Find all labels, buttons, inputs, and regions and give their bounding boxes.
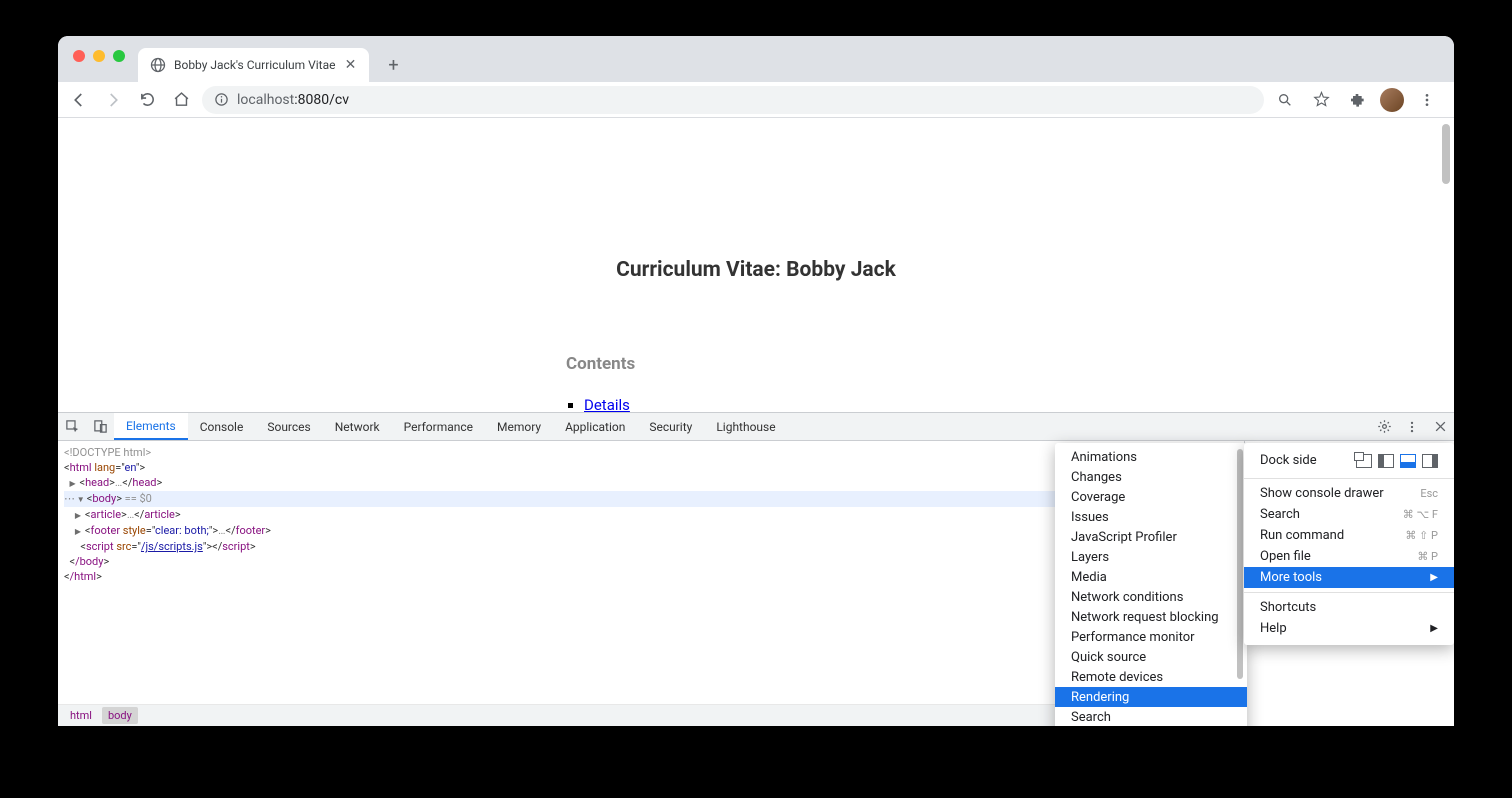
maximize-window-button[interactable] [113, 50, 125, 62]
contents-list: Details [566, 396, 946, 412]
devtools-settings-icon[interactable] [1370, 413, 1398, 440]
devtools-tab-performance[interactable]: Performance [392, 413, 485, 440]
new-tab-button[interactable]: + [379, 51, 407, 79]
submenu-item-rendering[interactable]: Rendering [1055, 687, 1247, 707]
submenu-item-coverage[interactable]: Coverage [1055, 487, 1247, 507]
devtools-tab-network[interactable]: Network [323, 413, 392, 440]
close-window-button[interactable] [73, 50, 85, 62]
menu-item-search[interactable]: Search⌘ ⌥ F [1244, 504, 1454, 525]
devtools-tab-console[interactable]: Console [188, 413, 256, 440]
browser-toolbar: localhost:8080/cv [58, 82, 1454, 118]
more-tools-submenu: AnimationsChangesCoverageIssuesJavaScrip… [1055, 443, 1247, 726]
submenu-item-quick-source[interactable]: Quick source [1055, 647, 1247, 667]
page-scrollbar[interactable] [1442, 124, 1450, 184]
submenu-item-javascript-profiler[interactable]: JavaScript Profiler [1055, 527, 1247, 547]
bookmark-icon[interactable] [1308, 87, 1334, 113]
info-icon[interactable] [214, 92, 229, 107]
forward-button[interactable] [100, 87, 126, 113]
window-controls [73, 50, 125, 62]
details-link[interactable]: Details [584, 396, 630, 412]
dock-undock-icon[interactable] [1356, 454, 1372, 468]
devtools-close-icon[interactable] [1426, 413, 1454, 440]
address-bar[interactable]: localhost:8080/cv [202, 86, 1264, 114]
extensions-icon[interactable] [1344, 87, 1370, 113]
menu-item-run-command[interactable]: Run command⌘ ⇧ P [1244, 525, 1454, 546]
page-heading: Curriculum Vitae: Bobby Jack [616, 258, 896, 282]
devtools-tab-memory[interactable]: Memory [485, 413, 553, 440]
toolbar-right [1272, 87, 1446, 113]
tab-title: Bobby Jack's Curriculum Vitae [174, 58, 335, 72]
minimize-window-button[interactable] [93, 50, 105, 62]
profile-avatar[interactable] [1380, 88, 1404, 112]
menu-separator [1244, 478, 1454, 479]
devtools-tab-security[interactable]: Security [637, 413, 704, 440]
menu-item-shortcuts[interactable]: Shortcuts [1244, 597, 1454, 618]
devtools-tab-bar: ElementsConsoleSourcesNetworkPerformance… [58, 413, 1454, 441]
menu-item-show-console-drawer[interactable]: Show console drawerEsc [1244, 483, 1454, 504]
dock-left-icon[interactable] [1378, 454, 1394, 468]
submenu-item-remote-devices[interactable]: Remote devices [1055, 667, 1247, 687]
list-item: Details [584, 396, 946, 412]
submenu-item-changes[interactable]: Changes [1055, 467, 1247, 487]
devtools-tab-elements[interactable]: Elements [114, 413, 188, 440]
submenu-item-layers[interactable]: Layers [1055, 547, 1247, 567]
submenu-item-network-request-blocking[interactable]: Network request blocking [1055, 607, 1247, 627]
dock-label: Dock side [1260, 453, 1317, 468]
submenu-item-network-conditions[interactable]: Network conditions [1055, 587, 1247, 607]
back-button[interactable] [66, 87, 92, 113]
menu-item-more-tools[interactable]: More tools▶ [1244, 567, 1454, 588]
page-content: Curriculum Vitae: Bobby Jack Contents De… [58, 118, 1454, 412]
menu-separator [1244, 592, 1454, 593]
devtools-panel: ElementsConsoleSourcesNetworkPerformance… [58, 412, 1454, 726]
submenu-item-performance-monitor[interactable]: Performance monitor [1055, 627, 1247, 647]
url-text: localhost:8080/cv [237, 92, 349, 108]
home-button[interactable] [168, 87, 194, 113]
globe-icon [150, 57, 166, 73]
crumb-body[interactable]: body [102, 707, 138, 724]
browser-menu-icon[interactable] [1414, 87, 1440, 113]
submenu-item-issues[interactable]: Issues [1055, 507, 1247, 527]
zoom-icon[interactable] [1272, 87, 1298, 113]
browser-tab[interactable]: Bobby Jack's Curriculum Vitae ✕ [138, 48, 369, 82]
viewport: Curriculum Vitae: Bobby Jack Contents De… [58, 118, 1454, 726]
dock-right-icon[interactable] [1422, 454, 1438, 468]
menu-item-open-file[interactable]: Open file⌘ P [1244, 546, 1454, 567]
contents-heading: Contents [566, 354, 946, 374]
dock-side-row: Dock side [1244, 449, 1454, 474]
devtools-tab-application[interactable]: Application [553, 413, 637, 440]
submenu-item-animations[interactable]: Animations [1055, 447, 1247, 467]
menu-item-help[interactable]: Help▶ [1244, 618, 1454, 639]
submenu-scrollbar[interactable] [1237, 449, 1243, 679]
devtools-main-menu: Dock side Show console drawerEscSearch⌘ … [1244, 443, 1454, 645]
inspect-element-icon[interactable] [58, 413, 86, 440]
devtools-menu-icon[interactable] [1398, 413, 1426, 440]
dock-bottom-icon[interactable] [1400, 454, 1416, 468]
tab-strip: Bobby Jack's Curriculum Vitae ✕ + [58, 36, 1454, 82]
close-tab-icon[interactable]: ✕ [343, 58, 357, 72]
browser-window: Bobby Jack's Curriculum Vitae ✕ + localh… [58, 36, 1454, 726]
submenu-item-media[interactable]: Media [1055, 567, 1247, 587]
device-toggle-icon[interactable] [86, 413, 114, 440]
reload-button[interactable] [134, 87, 160, 113]
devtools-tab-sources[interactable]: Sources [255, 413, 322, 440]
devtools-tab-lighthouse[interactable]: Lighthouse [704, 413, 787, 440]
submenu-item-search[interactable]: Search [1055, 707, 1247, 726]
crumb-html[interactable]: html [64, 707, 98, 724]
